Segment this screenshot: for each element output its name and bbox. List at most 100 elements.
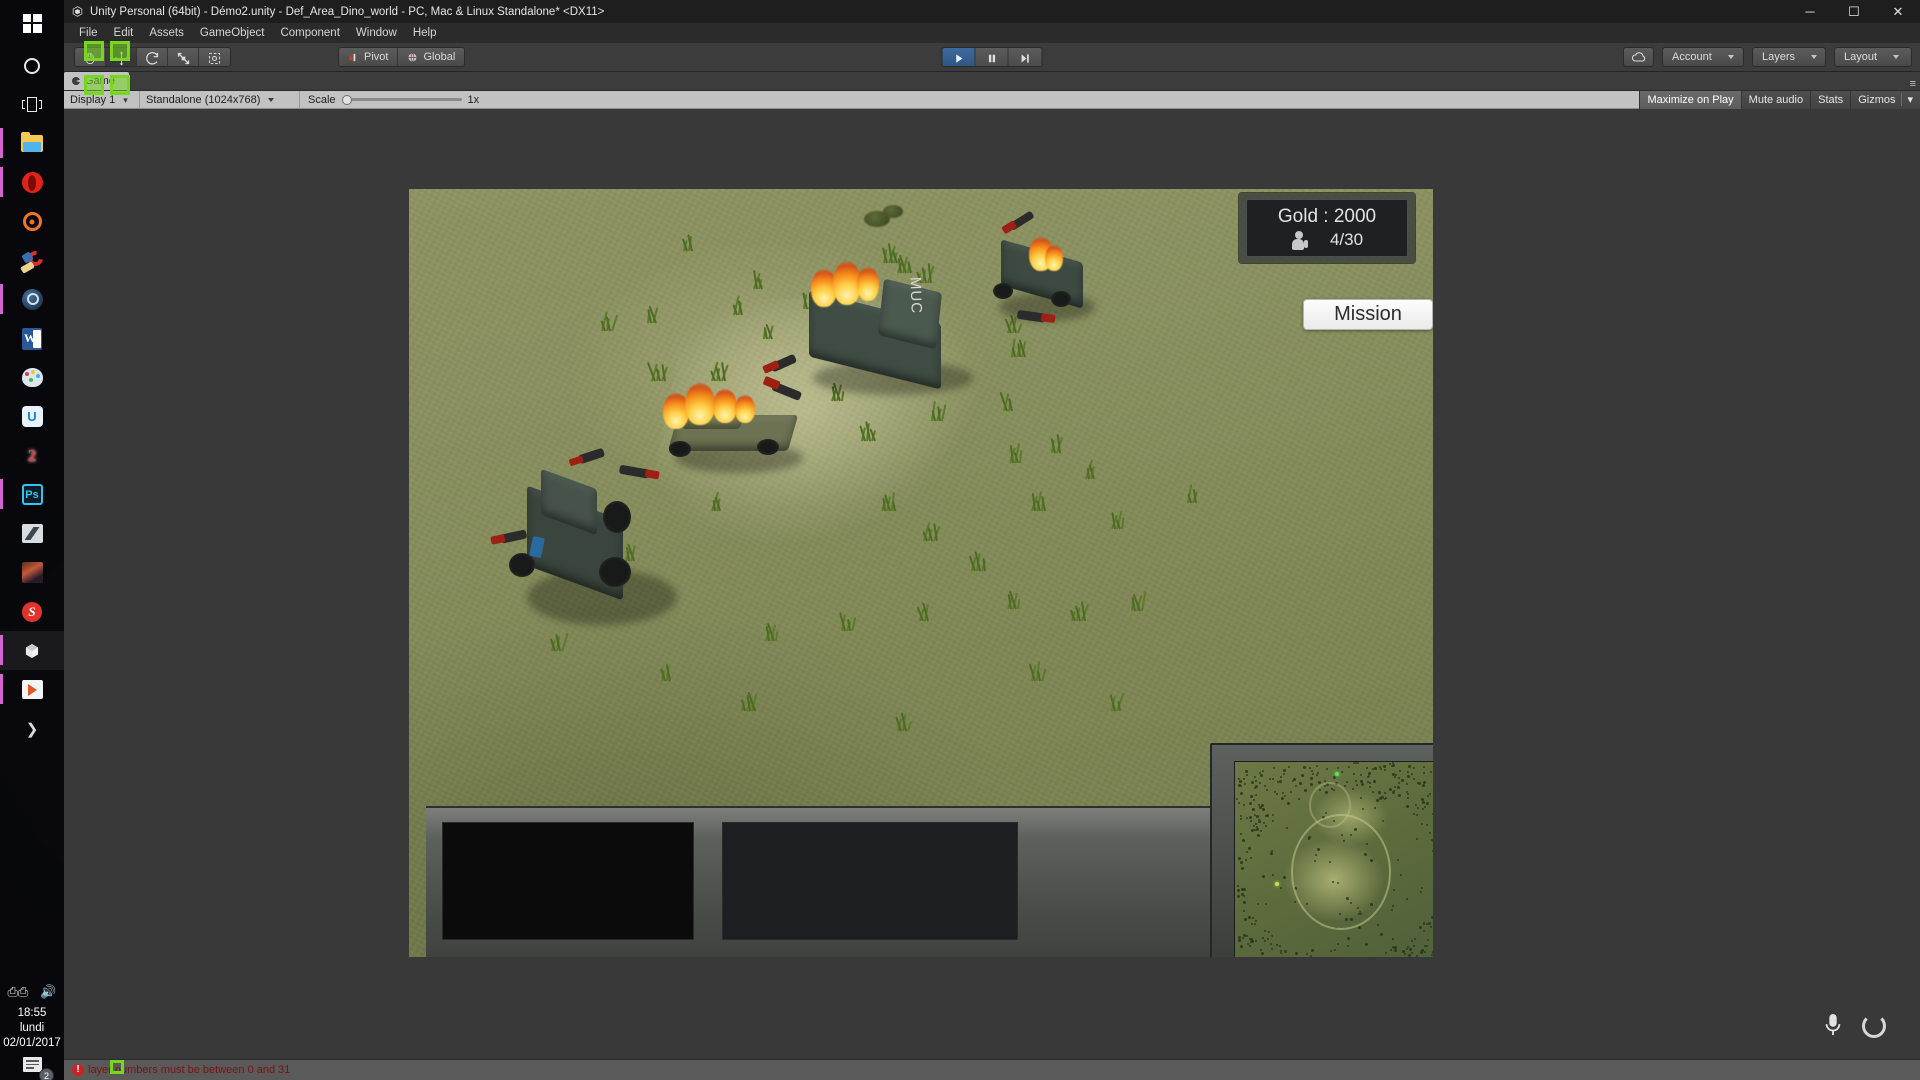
hero-game[interactable] xyxy=(0,553,64,592)
play-button[interactable] xyxy=(942,48,976,66)
close-button[interactable]: ✕ xyxy=(1876,0,1920,23)
minimap-tree xyxy=(1351,788,1354,791)
minimap-tree xyxy=(1432,850,1433,853)
minimap-tree xyxy=(1390,909,1393,912)
global-toggle[interactable]: Global xyxy=(398,48,465,66)
rotate-tool-button[interactable] xyxy=(137,48,168,66)
menu-edit[interactable]: Edit xyxy=(107,25,141,41)
command-panel-right[interactable] xyxy=(722,822,1018,940)
microsoft-word[interactable]: W xyxy=(0,319,64,358)
pause-button[interactable] xyxy=(975,48,1009,66)
scale-slider-group[interactable]: Scale 1x xyxy=(300,94,479,106)
minimap-unit-blip xyxy=(1275,882,1279,886)
playback-controls[interactable] xyxy=(941,47,1043,67)
command-panel-left[interactable] xyxy=(442,822,694,940)
tab-game[interactable]: Game xyxy=(64,72,129,90)
game-shortcut[interactable]: 2 xyxy=(0,436,64,475)
dock-tab-row[interactable]: Game ≡ xyxy=(64,72,1920,91)
maximize-button[interactable]: ☐ xyxy=(1832,0,1876,23)
pivot-global-group[interactable]: Pivot Global xyxy=(338,47,466,67)
grass-tuft xyxy=(916,599,933,622)
uplay-launcher[interactable]: U xyxy=(0,397,64,436)
file-explorer[interactable] xyxy=(0,124,64,163)
mission-button[interactable]: Mission xyxy=(1303,299,1433,330)
tray-icons[interactable]: ⎙⎙ 🔊 xyxy=(0,978,64,1002)
minimap-tree xyxy=(1407,770,1410,773)
menu-component[interactable]: Component xyxy=(273,25,346,41)
media-player[interactable] xyxy=(0,670,64,709)
layers-dropdown[interactable]: Layers xyxy=(1752,47,1826,67)
steam-client[interactable] xyxy=(0,280,64,319)
minimap-tree xyxy=(1274,790,1276,793)
paint[interactable] xyxy=(0,358,64,397)
minimap-tree xyxy=(1255,814,1259,818)
scale-slider-knob[interactable] xyxy=(341,94,352,105)
record-ring-icon[interactable] xyxy=(1862,1014,1886,1038)
display-dropdown[interactable]: Display 1 ▾ xyxy=(64,90,140,109)
pivot-toggle[interactable]: Pivot xyxy=(339,48,399,66)
windows-taskbar[interactable]: W U 2 Ps S ❯ ⎙⎙ 🔊 18:55 lundi 02/01/2017… xyxy=(0,0,64,1080)
gameview-toolbar[interactable]: Display 1 ▾ Standalone (1024x768) Scale … xyxy=(64,90,1920,109)
account-dropdown[interactable]: Account xyxy=(1662,47,1744,67)
toolbar-right-group[interactable]: Account Layers Layout xyxy=(1623,47,1912,67)
status-bar[interactable]: ! layer numbers must be between 0 and 31 xyxy=(64,1059,1920,1080)
start-button[interactable] xyxy=(0,0,64,46)
taskbar-clock[interactable]: 18:55 lundi 02/01/2017 xyxy=(0,1002,64,1057)
cortana-button[interactable] xyxy=(0,46,64,85)
grass-tuft xyxy=(731,293,747,316)
transform-tools-group[interactable] xyxy=(74,47,231,67)
gameview-panel[interactable]: MUC Gold: 2000 4/30 Mission xyxy=(64,109,1920,1080)
microphone-icon[interactable] xyxy=(1822,1012,1844,1038)
unity-icon xyxy=(25,643,39,658)
minimize-button[interactable]: ─ xyxy=(1788,0,1832,23)
ccleaner[interactable] xyxy=(0,241,64,280)
gizmos-dropdown[interactable]: Gizmos ▾ xyxy=(1850,90,1920,109)
task-view-button[interactable] xyxy=(0,85,64,124)
opera-browser[interactable] xyxy=(0,163,64,202)
scale-tool-button[interactable] xyxy=(168,48,199,66)
minimap-tree xyxy=(1254,940,1257,943)
minimap-surface[interactable] xyxy=(1234,761,1433,957)
minimap-panel[interactable] xyxy=(1210,743,1433,957)
speaker-icon[interactable]: 🔊 xyxy=(40,984,56,1000)
minimap-tree xyxy=(1239,860,1243,864)
game-render-surface[interactable]: MUC Gold: 2000 4/30 Mission xyxy=(409,189,1433,957)
menu-bar[interactable]: File Edit Assets GameObject Component Wi… xyxy=(64,23,1920,43)
menu-file[interactable]: File xyxy=(72,25,105,41)
minimap-tree xyxy=(1431,915,1433,919)
maximize-on-play-toggle[interactable]: Maximize on Play xyxy=(1639,90,1741,109)
mute-audio-toggle[interactable]: Mute audio xyxy=(1740,90,1811,109)
origin-launcher[interactable] xyxy=(0,202,64,241)
unity-editor[interactable] xyxy=(0,631,64,670)
menu-window[interactable]: Window xyxy=(349,25,404,41)
aspect-dropdown[interactable]: Standalone (1024x768) xyxy=(140,90,300,109)
minimap-tree xyxy=(1257,833,1261,837)
minimap-tree xyxy=(1406,774,1410,778)
minimap-tree xyxy=(1426,944,1429,947)
photoshop[interactable]: Ps xyxy=(0,475,64,514)
layout-dropdown[interactable]: Layout xyxy=(1834,47,1912,67)
s-app[interactable]: S xyxy=(0,592,64,631)
windows-logo-icon xyxy=(22,13,42,33)
rect-tool-button[interactable] xyxy=(199,48,230,66)
notification-center-button[interactable]: 2 xyxy=(0,1057,64,1080)
move-tool-button[interactable] xyxy=(106,48,137,66)
taskbar-overflow[interactable]: ❯ xyxy=(0,709,64,748)
minimap-tree xyxy=(1266,788,1269,791)
minimap-tree xyxy=(1429,926,1432,929)
hand-tool-button[interactable] xyxy=(75,48,106,66)
menu-gameobject[interactable]: GameObject xyxy=(193,25,272,41)
dark-app[interactable] xyxy=(0,514,64,553)
stats-toggle[interactable]: Stats xyxy=(1810,90,1851,109)
step-button[interactable] xyxy=(1008,48,1042,66)
keyboard-icon[interactable]: ⎙⎙ xyxy=(8,984,29,1000)
gameview-toggles[interactable]: Maximize on Play Mute audio Stats Gizmos… xyxy=(1639,90,1920,109)
cloud-services-button[interactable] xyxy=(1623,47,1654,67)
menu-help[interactable]: Help xyxy=(406,25,444,41)
minimap-tree xyxy=(1405,783,1408,786)
scale-slider[interactable] xyxy=(341,94,462,105)
menu-assets[interactable]: Assets xyxy=(142,25,191,41)
grass-tuft xyxy=(1005,587,1021,610)
window-controls[interactable]: ─ ☐ ✕ xyxy=(1788,0,1920,23)
dock-menu-button[interactable]: ≡ xyxy=(1910,78,1920,90)
